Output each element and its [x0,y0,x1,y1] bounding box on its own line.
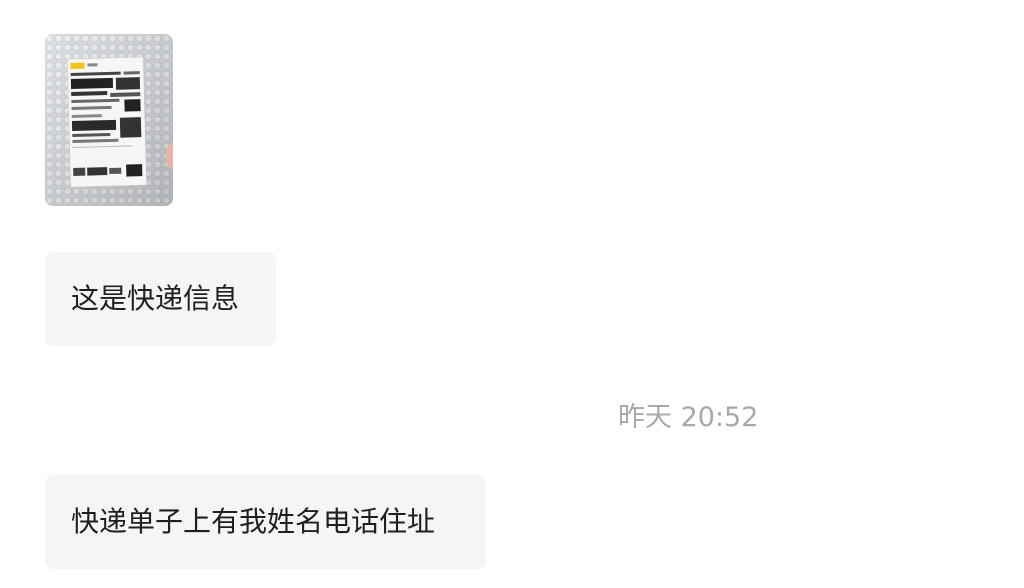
message-bubble[interactable]: 快递单子上有我姓名电话住址 [45,475,486,569]
message-bubble[interactable]: 这是快递信息 [45,252,276,346]
package-label-image[interactable] [45,34,173,206]
package-photo [45,34,173,206]
message-timestamp: 昨天 20:52 [618,402,759,433]
chat-view: 这是快递信息 昨天 20:52 快递单子上有我姓名电话住址 [0,0,1024,588]
